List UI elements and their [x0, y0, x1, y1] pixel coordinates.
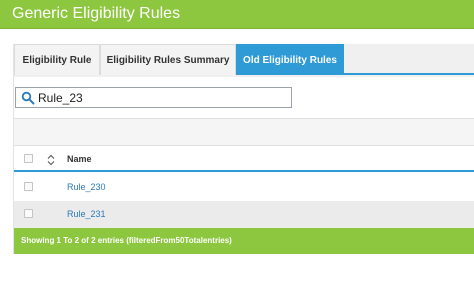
tab-eligibility-rules-summary[interactable]: Eligibility Rules Summary [100, 44, 236, 75]
table-header: Name [14, 145, 474, 172]
tab-bar: Eligibility Rule Eligibility Rules Summa… [14, 44, 474, 75]
search-box[interactable] [15, 87, 292, 108]
tab-content: Name Rule_230 Rule_231 Showing 1 To 2 of… [14, 77, 474, 254]
rule-link[interactable]: Rule_230 [67, 182, 106, 192]
row-checkbox[interactable] [24, 182, 33, 191]
page: Generic Eligibility Rules Eligibility Ru… [0, 0, 474, 284]
rule-link[interactable]: Rule_231 [67, 209, 106, 219]
page-title: Generic Eligibility Rules [12, 5, 181, 22]
sort-icon[interactable] [47, 153, 55, 166]
search-icon [21, 91, 35, 105]
entries-info: Showing 1 To 2 of 2 entries (filteredFro… [21, 236, 232, 245]
table-footer: Showing 1 To 2 of 2 entries (filteredFro… [14, 228, 474, 254]
rules-panel: Eligibility Rule Eligibility Rules Summa… [13, 44, 474, 254]
table-row: Rule_231 [14, 201, 474, 228]
title-bar: Generic Eligibility Rules [0, 0, 474, 29]
tab-old-eligibility-rules[interactable]: Old Eligibility Rules [236, 44, 344, 75]
tab-eligibility-rule[interactable]: Eligibility Rule [14, 44, 100, 75]
search-input[interactable] [38, 90, 278, 105]
row-checkbox[interactable] [24, 209, 33, 218]
select-all-checkbox[interactable] [24, 154, 33, 163]
column-header-name[interactable]: Name [67, 154, 92, 164]
toolbar-strip [14, 118, 474, 145]
table-row: Rule_230 [14, 174, 474, 201]
